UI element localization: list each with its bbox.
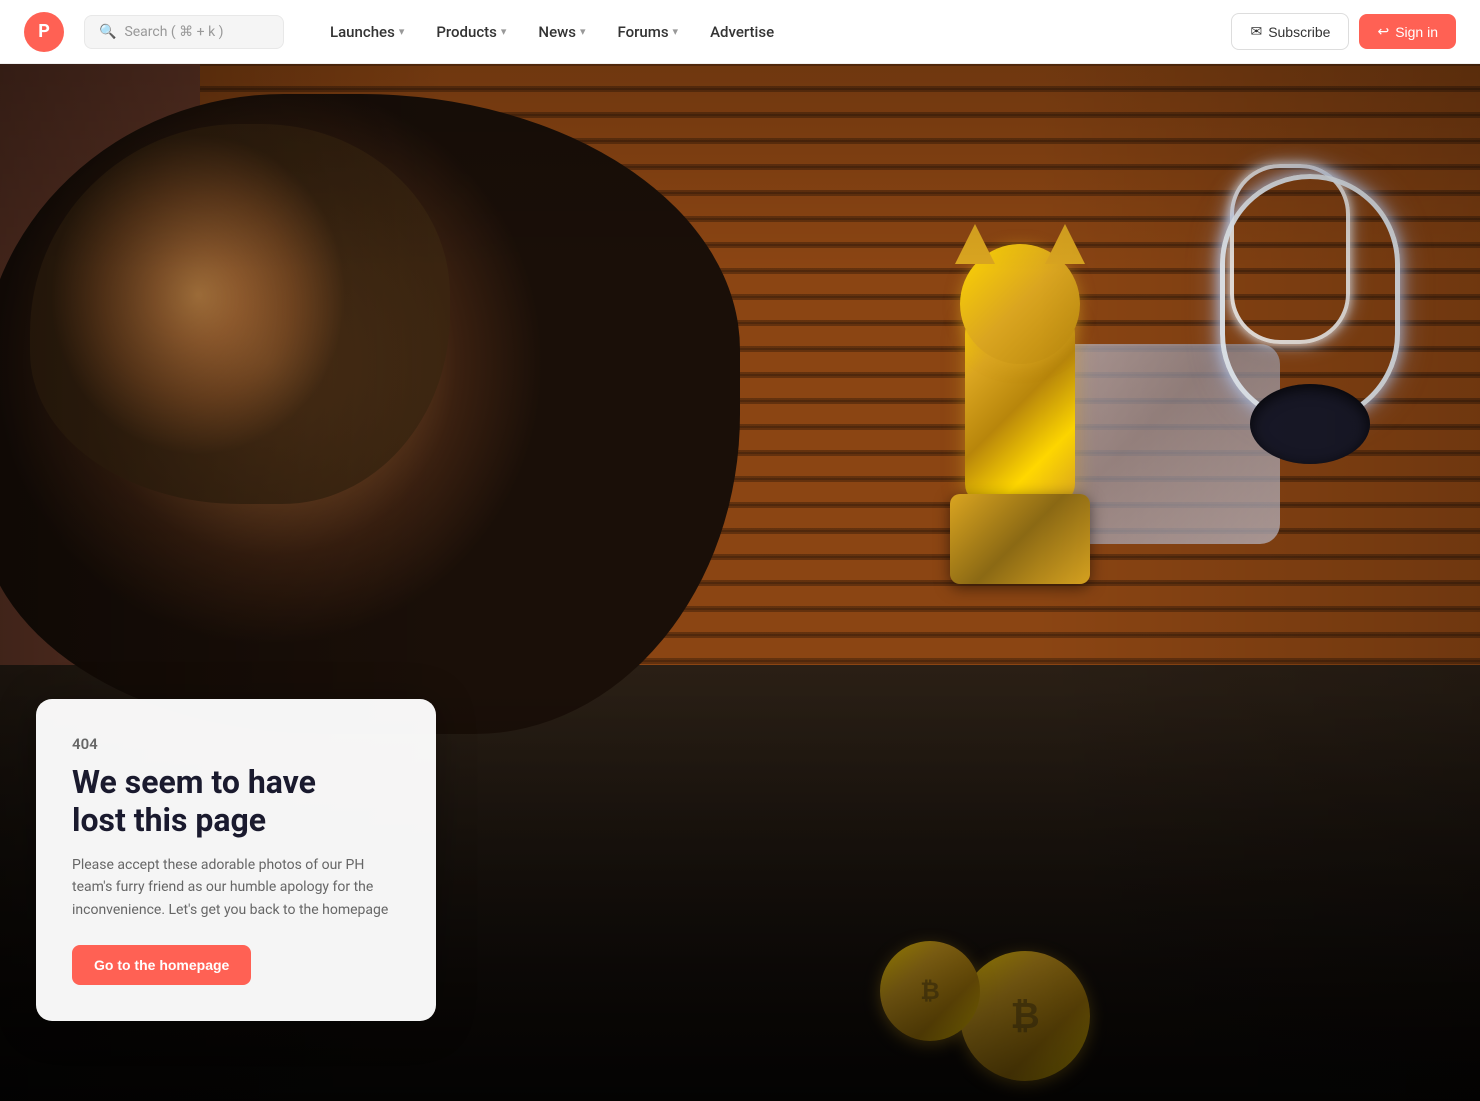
nav-link-news[interactable]: News ▾ <box>524 15 599 49</box>
chevron-down-icon: ▾ <box>501 25 507 38</box>
hero-section: ₿ ₿ 404 We seem to have lost this page P… <box>0 64 1480 1101</box>
subscribe-button[interactable]: ✉ Subscribe <box>1231 13 1349 50</box>
nav-actions: ✉ Subscribe ↩ Sign in <box>1231 13 1456 50</box>
nav-link-advertise[interactable]: Advertise <box>696 15 788 49</box>
nav-link-products[interactable]: Products ▾ <box>422 15 520 49</box>
navigation: P 🔍 Search ( ⌘ + k ) Launches ▾ Products… <box>0 0 1480 64</box>
chevron-down-icon: ▾ <box>399 25 405 38</box>
error-card: 404 We seem to have lost this page Pleas… <box>36 699 436 1021</box>
error-code: 404 <box>72 735 400 753</box>
signin-icon: ↩ <box>1377 23 1389 40</box>
search-icon: 🔍 <box>99 24 116 40</box>
logo[interactable]: P <box>24 12 64 52</box>
search-bar[interactable]: 🔍 Search ( ⌘ + k ) <box>84 15 284 49</box>
chevron-down-icon: ▾ <box>673 25 679 38</box>
nav-link-launches[interactable]: Launches ▾ <box>316 15 418 49</box>
nav-link-forums[interactable]: Forums ▾ <box>603 15 692 49</box>
subscribe-icon: ✉ <box>1250 23 1262 40</box>
go-to-homepage-button[interactable]: Go to the homepage <box>72 945 251 985</box>
signin-button[interactable]: ↩ Sign in <box>1359 14 1456 49</box>
error-description: Please accept these adorable photos of o… <box>72 854 400 921</box>
chevron-down-icon: ▾ <box>580 25 586 38</box>
nav-links: Launches ▾ Products ▾ News ▾ Forums ▾ Ad… <box>316 15 1223 49</box>
search-placeholder: Search ( ⌘ + k ) <box>124 24 223 40</box>
error-title: We seem to have lost this page <box>72 763 400 840</box>
